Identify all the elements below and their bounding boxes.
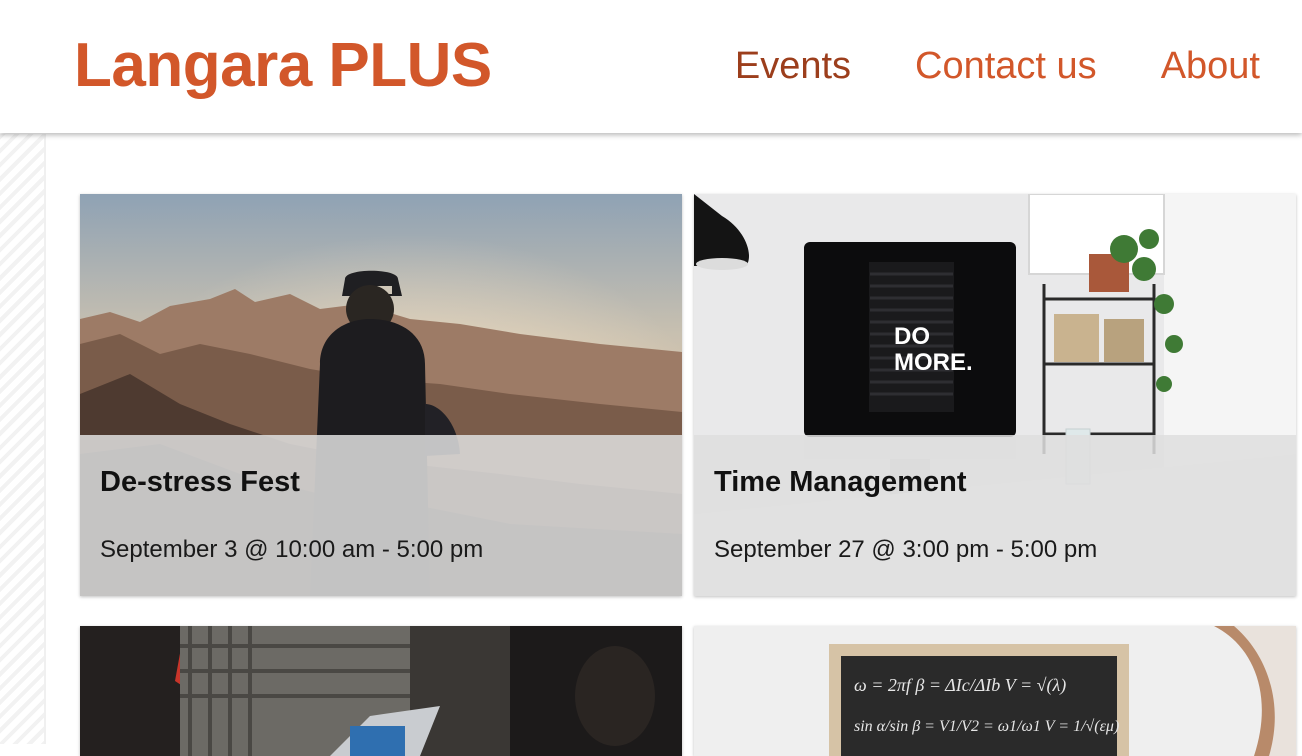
- event-image-group: [80, 626, 682, 756]
- event-title[interactable]: Time Management: [714, 466, 966, 499]
- chalkboard-formula-1: ω = 2πf β = ΔIc/ΔIb V = √(λ): [854, 675, 1066, 696]
- site-logo[interactable]: Langara PLUS: [74, 28, 492, 104]
- event-card-4[interactable]: ω = 2πf β = ΔIc/ΔIb V = √(λ) sin α/sin β…: [694, 626, 1296, 756]
- event-title[interactable]: De-stress Fest: [100, 466, 300, 499]
- event-card-destress-fest[interactable]: De-stress Fest September 3 @ 10:00 am - …: [80, 194, 682, 596]
- chalkboard-formula-2: sin α/sin β = V1/V2 = ω1/ω1 V = 1/√(εμ): [854, 718, 1119, 735]
- nav-link-events[interactable]: Events: [735, 43, 851, 89]
- card-info-panel: [80, 435, 682, 596]
- event-card-3[interactable]: [80, 626, 682, 756]
- nav-link-about[interactable]: About: [1161, 43, 1260, 89]
- event-card-time-management[interactable]: DO MORE. Time Management September 27 @ …: [694, 194, 1296, 596]
- nav-link-contact[interactable]: Contact us: [915, 43, 1097, 89]
- background-stripes: [0, 134, 44, 744]
- content-edge: [44, 134, 46, 744]
- site-header: Langara PLUS Events Contact us About: [0, 0, 1302, 133]
- event-image-chalkboard: ω = 2πf β = ΔIc/ΔIb V = √(λ) sin α/sin β…: [694, 626, 1296, 756]
- main-nav: Events Contact us About: [735, 43, 1260, 89]
- card-info-panel: [694, 435, 1296, 596]
- monitor-text-line-1: DO: [894, 323, 930, 350]
- event-date: September 27 @ 3:00 pm - 5:00 pm: [714, 536, 1098, 563]
- event-date: September 3 @ 10:00 am - 5:00 pm: [100, 536, 484, 563]
- monitor-text-line-2: MORE.: [894, 349, 973, 376]
